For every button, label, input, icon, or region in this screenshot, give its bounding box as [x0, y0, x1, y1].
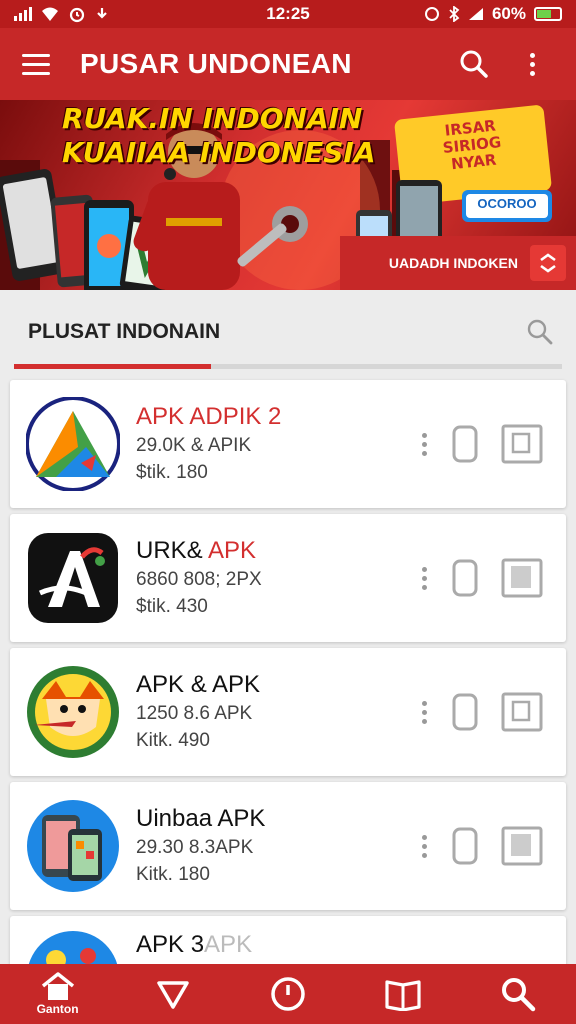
search-icon — [460, 50, 488, 78]
sort-button[interactable] — [530, 245, 566, 281]
app-meta-downloads: $tik. 180 — [136, 462, 208, 483]
alarm-icon — [69, 7, 85, 23]
nav-library[interactable] — [363, 964, 443, 1024]
list-item[interactable]: URK& APK 6860 808; 2PX $tik. 430 — [10, 514, 566, 642]
battery-icon — [534, 7, 562, 21]
app-icon-compass — [26, 397, 120, 491]
menu-icon[interactable] — [22, 46, 58, 82]
install-icon[interactable] — [500, 557, 544, 599]
app-name: APK 3APK — [136, 930, 566, 960]
banner-headline: RUAK.IN INDONAIN KUAIIAA INDONESIA — [62, 102, 375, 170]
app-meta-size: 1250 8.6 APK — [136, 703, 253, 724]
nav-home[interactable]: Ganton — [18, 964, 98, 1024]
app-name: APK & APK — [136, 671, 261, 698]
app-meta-downloads: Kitk. 490 — [136, 730, 210, 751]
history-icon — [271, 977, 305, 1011]
nav-explore[interactable] — [133, 964, 213, 1024]
app-meta-size: 6860 808; 2PX — [136, 569, 262, 590]
status-bar: 12:25 60% — [0, 0, 576, 28]
list-item[interactable]: APK 3APK — [10, 916, 566, 964]
app-meta-downloads: Kitk. 180 — [136, 864, 210, 885]
tab-indicator — [14, 364, 211, 369]
app-name: APK ADPIK 2 — [136, 403, 282, 430]
app-meta-downloads: $tik. 430 — [136, 596, 208, 617]
install-icon[interactable] — [500, 423, 544, 465]
promo-banner[interactable]: RUAK.IN INDONAIN KUAIIAA INDONESIA IRSAR… — [0, 100, 576, 290]
signal-icon — [14, 7, 32, 21]
app-name: Uinbaa APK — [136, 805, 266, 832]
more-vert-icon[interactable] — [510, 42, 554, 86]
wifi-icon — [42, 7, 58, 21]
app-meta-size: 29.30 8.3APK — [136, 837, 254, 858]
battery-percent: 60% — [491, 4, 526, 23]
search-icon — [527, 319, 553, 345]
signal-icon — [468, 8, 483, 20]
download-icon — [97, 8, 107, 19]
bottom-nav: Ganton — [0, 964, 576, 1024]
app-name: URK& APK — [136, 536, 418, 566]
app-name-prefix: APK 3 — [136, 931, 205, 958]
more-vert-icon[interactable] — [418, 432, 430, 456]
app-icon-phones — [27, 800, 119, 892]
phone-icon[interactable] — [452, 825, 478, 867]
app-name-accent: APK — [204, 931, 253, 958]
app-bar: PUSAR UNDONEAN — [0, 28, 576, 100]
phone-icon[interactable] — [452, 423, 478, 465]
clock: 12:25 — [266, 4, 310, 23]
phone-icon[interactable] — [452, 691, 478, 733]
app-meta-size: 29.0K & APIK — [136, 435, 252, 456]
page-title: PUSAR UNDONEAN — [80, 48, 352, 79]
explore-icon — [157, 981, 189, 1009]
sort-strip: UADADH INDOKEN — [340, 236, 576, 290]
more-vert-icon[interactable] — [418, 834, 430, 858]
banner-headline-line1: RUAK.IN INDONAIN — [62, 102, 363, 135]
app-icon-letter-a — [28, 533, 118, 623]
list-item[interactable]: APK ADPIK 2 29.0K & APIK $tik. 180 — [10, 380, 566, 508]
nav-home-label: Ganton — [36, 1002, 79, 1016]
list-item[interactable]: APK & APK 1250 8.6 APK Kitk. 490 — [10, 648, 566, 776]
app-icon-partial — [28, 931, 118, 964]
more-vert-icon[interactable] — [418, 566, 430, 590]
book-icon — [385, 980, 421, 1011]
app-name-prefix: URK& — [136, 537, 209, 564]
bluetooth-icon — [449, 6, 460, 22]
sync-icon — [424, 7, 439, 21]
banner-headline-line2: KUAIIAA INDONESIA — [62, 136, 376, 169]
app-list: APK ADPIK 2 29.0K & APIK $tik. 180 URK& … — [0, 376, 576, 964]
search-icon — [502, 978, 536, 1012]
banner-button[interactable]: OCOROO — [470, 196, 544, 211]
tab-active[interactable]: PLUSAT INDONAIN — [28, 320, 220, 344]
app-icon-character — [27, 666, 119, 758]
sort-icon — [540, 253, 556, 273]
search-button[interactable] — [452, 42, 496, 86]
section-header: PLUSAT INDONAIN — [0, 290, 576, 372]
app-name-accent: APK — [208, 537, 257, 564]
section-search-button[interactable] — [526, 318, 554, 351]
nav-history[interactable] — [248, 964, 328, 1024]
phone-icon[interactable] — [452, 557, 478, 599]
list-item[interactable]: Uinbaa APK 29.30 8.3APK Kitk. 180 — [10, 782, 566, 910]
nav-search[interactable] — [478, 964, 558, 1024]
install-icon[interactable] — [500, 825, 544, 867]
install-icon[interactable] — [500, 691, 544, 733]
sort-label: UADADH INDOKEN — [388, 255, 518, 271]
home-icon — [41, 972, 74, 1000]
more-vert-icon[interactable] — [418, 700, 430, 724]
